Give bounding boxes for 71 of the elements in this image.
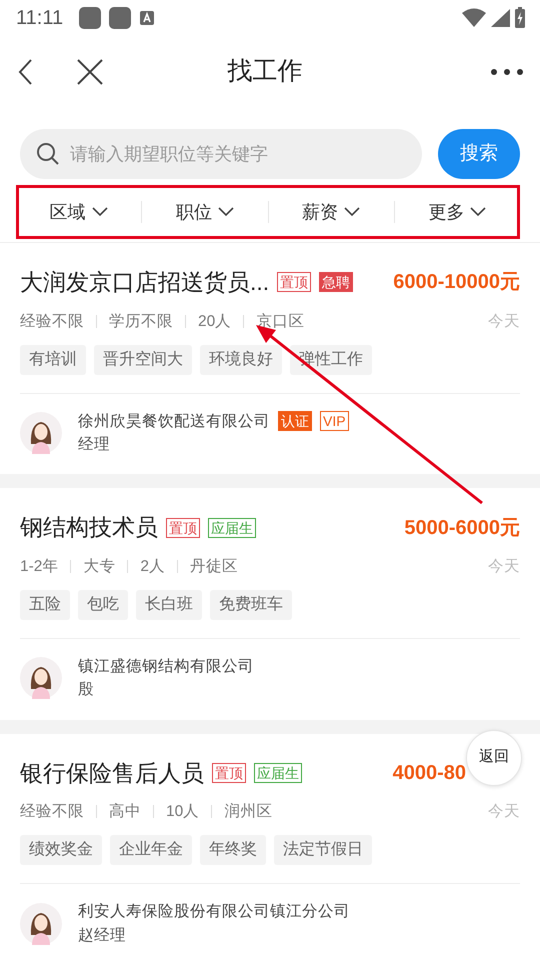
filter-dropdown[interactable]: 更多 xyxy=(394,198,520,226)
job-detail: 润州区 xyxy=(224,802,272,822)
more-icon xyxy=(490,68,524,76)
filter-dropdown[interactable]: 职位 xyxy=(142,198,268,226)
post-date: 今天 xyxy=(488,556,520,577)
avatar-icon xyxy=(20,657,62,700)
job-detail: 经验不限 xyxy=(20,312,84,332)
company-name: 镇江盛德钢结构有限公司 xyxy=(78,657,254,677)
tag-label: 置顶 xyxy=(277,272,312,292)
notification-icon xyxy=(79,7,102,29)
tag-label: 置顶 xyxy=(166,518,200,538)
benefit-tag: 晋升空间大 xyxy=(94,344,192,375)
battery-icon xyxy=(514,7,526,29)
salary: 6000-10000元 xyxy=(393,270,520,296)
company-name: 利安人寿保险股份有限公司镇江分公司 xyxy=(78,902,350,922)
job-detail: 10人 xyxy=(166,802,200,822)
job-card[interactable]: 钢结构技术员 置顶 应届生 5000-6000元 1-2年 大专 2人 丹徒区 今天 五险 包吃 长白班 免费班车 镇江盛德钢结构有限公司 殷 xyxy=(0,488,540,734)
filter-dropdown[interactable]: 区域 xyxy=(16,198,142,226)
job-title: 银行保险售后人员 xyxy=(20,758,204,788)
wifi-icon xyxy=(462,8,486,28)
job-detail: 大专 xyxy=(83,556,116,577)
company-name: 徐州欣昊餐饮配送有限公司 xyxy=(78,412,270,432)
keyboard-icon xyxy=(139,10,156,26)
job-detail: 丹徒区 xyxy=(190,556,238,577)
filter-dropdown[interactable]: 薪资 xyxy=(268,198,394,226)
tag-label: 认证 xyxy=(278,411,312,432)
benefit-tag: 免费班车 xyxy=(210,590,292,620)
signal-icon xyxy=(490,8,510,28)
benefit-tag: 绩效奖金 xyxy=(20,835,102,866)
search-icon xyxy=(36,142,60,166)
job-detail: 2人 xyxy=(140,556,166,577)
tag-label: 置顶 xyxy=(212,762,246,783)
back-to-top-button[interactable]: 返回 xyxy=(466,730,522,786)
benefit-tag: 企业年金 xyxy=(110,835,192,866)
benefit-tag: 五险 xyxy=(20,590,70,620)
caret-icon xyxy=(92,207,108,217)
benefit-tag: 包吃 xyxy=(78,590,128,620)
benefit-tag: 年终奖 xyxy=(200,835,266,866)
job-detail: 20人 xyxy=(198,312,232,332)
close-icon xyxy=(76,58,104,86)
avatar-icon xyxy=(20,412,62,454)
contact-name: 赵经理 xyxy=(78,926,127,946)
caret-icon xyxy=(218,207,234,217)
tag-label: VIP xyxy=(320,411,349,432)
salary: 4000-80 xyxy=(392,760,466,786)
job-detail: 学历不限 xyxy=(109,312,173,332)
search-field[interactable]: 请输入期望职位等关键字 xyxy=(20,129,422,179)
caret-icon xyxy=(344,207,360,217)
avatar-icon xyxy=(20,902,62,944)
caret-icon xyxy=(470,207,486,217)
page-title: 找工作 xyxy=(228,57,302,86)
benefit-tag: 环境良好 xyxy=(200,344,282,375)
benefit-tag: 长白班 xyxy=(136,590,202,620)
contact-name: 殷 xyxy=(78,680,95,700)
job-detail: 1-2年 xyxy=(20,556,58,577)
contact-name: 经理 xyxy=(78,435,111,455)
tag-label: 应届生 xyxy=(208,518,256,538)
salary: 5000-6000元 xyxy=(404,516,520,540)
status-time: 11:11 xyxy=(16,6,64,31)
job-title: 钢结构技术员 xyxy=(20,513,158,542)
notification-icon xyxy=(109,7,132,29)
post-date: 今天 xyxy=(488,312,520,332)
tag-label: 急聘 xyxy=(319,272,354,292)
benefit-tag: 有培训 xyxy=(20,344,86,375)
job-detail: 高中 xyxy=(109,802,141,822)
tag-label: 应届生 xyxy=(254,762,302,783)
job-title: 大润发京口店招送货员... xyxy=(20,268,270,297)
benefit-tag: 法定节假日 xyxy=(274,835,372,866)
job-detail: 经验不限 xyxy=(20,802,84,822)
close-button[interactable] xyxy=(76,58,104,86)
post-date: 今天 xyxy=(488,802,520,822)
